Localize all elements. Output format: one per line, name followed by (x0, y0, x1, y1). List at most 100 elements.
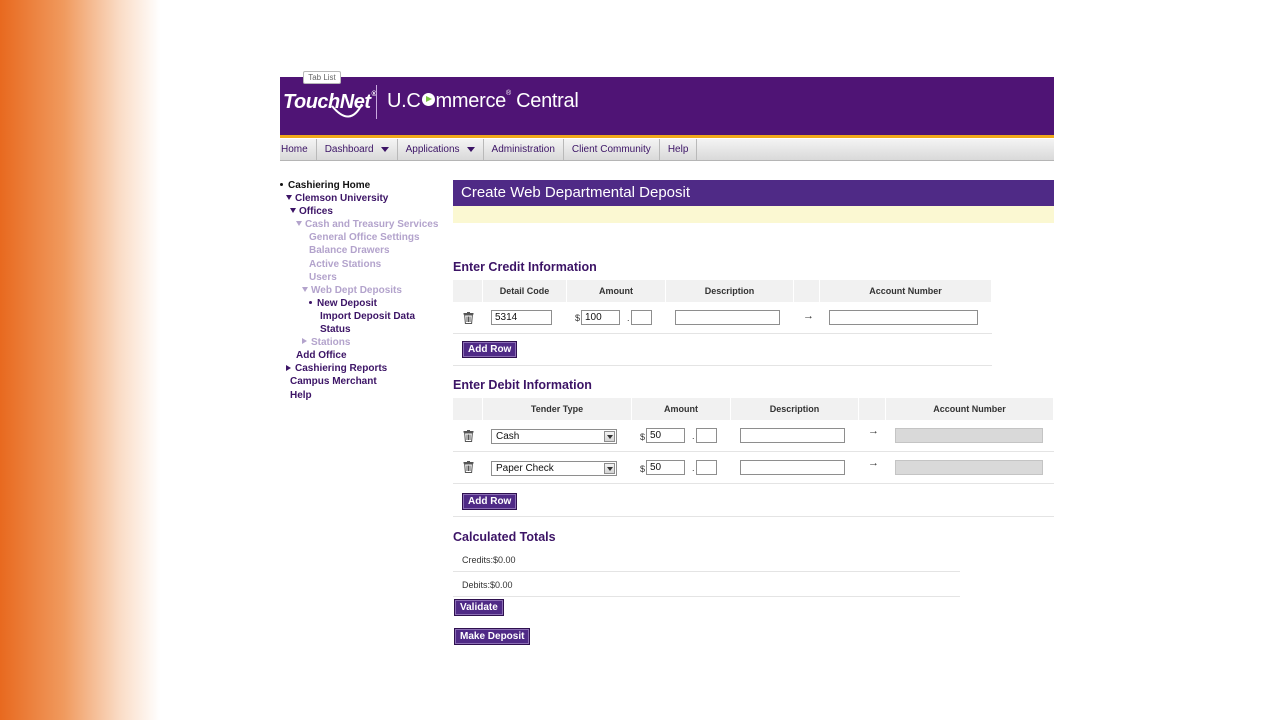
col-description: Description (666, 280, 794, 302)
credit-description-input[interactable] (675, 310, 780, 325)
expand-down-icon[interactable] (302, 286, 308, 292)
debit-account-number-field (895, 460, 1043, 475)
tree-item[interactable]: Add Office (280, 349, 438, 362)
make-deposit-button[interactable]: Make Deposit (454, 628, 531, 645)
tree-item[interactable]: Campus Merchant (280, 375, 438, 388)
logo-divider (376, 85, 377, 119)
nav-dashboard[interactable]: Dashboard (317, 139, 398, 160)
tree-item-label: Offices (299, 206, 333, 218)
tree-item[interactable]: General Office Settings (280, 231, 438, 244)
debit-description-input[interactable] (740, 428, 845, 443)
expand-down-icon[interactable] (290, 208, 296, 214)
tree-item[interactable]: Web Dept Deposits (280, 284, 438, 297)
trash-icon[interactable] (463, 461, 474, 473)
tree-item[interactable]: Balance Drawers (280, 244, 438, 257)
tree-item-label: Balance Drawers (309, 245, 390, 257)
tree-item-label: Status (320, 324, 351, 336)
tree-item[interactable]: New Deposit (280, 297, 438, 310)
message-bar (453, 206, 1054, 223)
debit-amount-cents-input[interactable] (696, 460, 717, 475)
arrow-right-icon: → (868, 425, 879, 437)
caret-down-icon (380, 147, 389, 152)
tree-item[interactable]: Active Stations (280, 258, 438, 271)
trash-icon[interactable] (463, 312, 474, 324)
main-nav: Home Dashboard Applications Administrati… (280, 139, 1054, 161)
tender-type-select[interactable]: Paper Check (491, 461, 617, 476)
tree-item[interactable]: Users (280, 271, 438, 284)
tree-item-label: Stations (311, 337, 351, 349)
tree-item-label: Users (309, 271, 337, 283)
credit-heading: Enter Credit Information (453, 260, 597, 274)
tree-item[interactable]: Import Deposit Data (280, 310, 438, 323)
tender-type-select[interactable]: Cash (491, 429, 617, 444)
detail-code-input[interactable] (491, 310, 552, 325)
expand-right-icon[interactable] (302, 338, 307, 345)
col-account-number: Account Number (886, 398, 1054, 420)
debit-heading: Enter Debit Information (453, 378, 592, 392)
tree-item-label: Help (290, 389, 312, 401)
tree-item-label: Import Deposit Data (320, 310, 416, 322)
tree-item-label: Active Stations (309, 258, 382, 270)
totals-heading: Calculated Totals (453, 530, 556, 544)
tree-item[interactable]: Clemson University (280, 192, 438, 205)
tree-item[interactable]: Offices (280, 205, 438, 218)
col-detail-code: Detail Code (483, 280, 567, 302)
credit-account-number-input[interactable] (829, 310, 978, 325)
touchnet-swoosh-icon (331, 103, 363, 118)
expand-right-icon[interactable] (286, 364, 291, 371)
arrow-right-icon: → (803, 310, 814, 322)
col-amount: Amount (567, 280, 666, 302)
debits-total: Debits:$0.00 (462, 580, 513, 590)
tree-item-label: Cashiering Reports (295, 363, 388, 375)
tree-item[interactable]: Cash and Treasury Services (280, 218, 438, 231)
tree-item[interactable]: Cashiering Home (280, 179, 438, 192)
tree-item-label: New Deposit (317, 297, 378, 309)
navigation-tree: Cashiering Home Clemson University Offices… (280, 179, 438, 402)
trash-icon[interactable] (463, 430, 474, 442)
tree-item-label: Web Dept Deposits (311, 284, 402, 296)
expand-down-icon[interactable] (296, 221, 302, 227)
col-description: Description (731, 398, 859, 420)
ucommerce-central-logo: U.C mmerce® Central (387, 90, 579, 112)
tree-item-label: Cashiering Home (288, 180, 371, 191)
tree-item[interactable]: Status (280, 323, 438, 336)
debit-amount-dollars-input[interactable] (646, 460, 685, 475)
validate-button[interactable]: Validate (454, 599, 504, 616)
tree-item-label: Clemson University (295, 193, 389, 205)
chevron-down-icon[interactable] (604, 463, 615, 474)
nav-home[interactable]: Home (280, 139, 317, 160)
debit-description-input[interactable] (740, 460, 845, 475)
tree-item[interactable]: Stations (280, 336, 438, 349)
arrow-right-icon: → (868, 457, 879, 469)
debit-amount-dollars-input[interactable] (646, 428, 685, 443)
tree-item-label: Campus Merchant (290, 376, 377, 388)
chevron-down-icon[interactable] (604, 431, 615, 442)
tree-item[interactable]: Help (280, 389, 438, 402)
caret-down-icon (466, 147, 475, 152)
bullet-icon (280, 182, 283, 186)
nav-client-community[interactable]: Client Community (564, 139, 660, 160)
credit-amount-dollars-input[interactable] (581, 310, 620, 325)
tree-item[interactable]: Cashiering Reports (280, 362, 438, 375)
nav-administration[interactable]: Administration (484, 139, 564, 160)
tree-item-label: Cash and Treasury Services (305, 219, 439, 231)
tab-list-tooltip: Tab List (303, 71, 341, 84)
expand-down-icon[interactable] (286, 194, 292, 200)
bullet-icon (309, 300, 312, 304)
nav-applications[interactable]: Applications (398, 139, 484, 160)
credit-add-row-button[interactable]: Add Row (462, 341, 518, 358)
tree-item-label: General Office Settings (309, 232, 420, 244)
credits-total: Credits:$0.00 (462, 555, 516, 565)
debit-add-row-button[interactable]: Add Row (462, 493, 518, 510)
page-title: Create Web Departmental Deposit (453, 180, 1054, 206)
play-icon (421, 93, 435, 107)
nav-help[interactable]: Help (660, 139, 698, 160)
debit-amount-cents-input[interactable] (696, 428, 717, 443)
col-tender-type: Tender Type (483, 398, 632, 420)
col-account-number: Account Number (820, 280, 992, 302)
decorative-gradient (0, 0, 160, 720)
debit-account-number-field (895, 428, 1043, 443)
credit-amount-cents-input[interactable] (631, 310, 652, 325)
tree-item-label: Add Office (296, 350, 347, 362)
col-amount: Amount (632, 398, 731, 420)
